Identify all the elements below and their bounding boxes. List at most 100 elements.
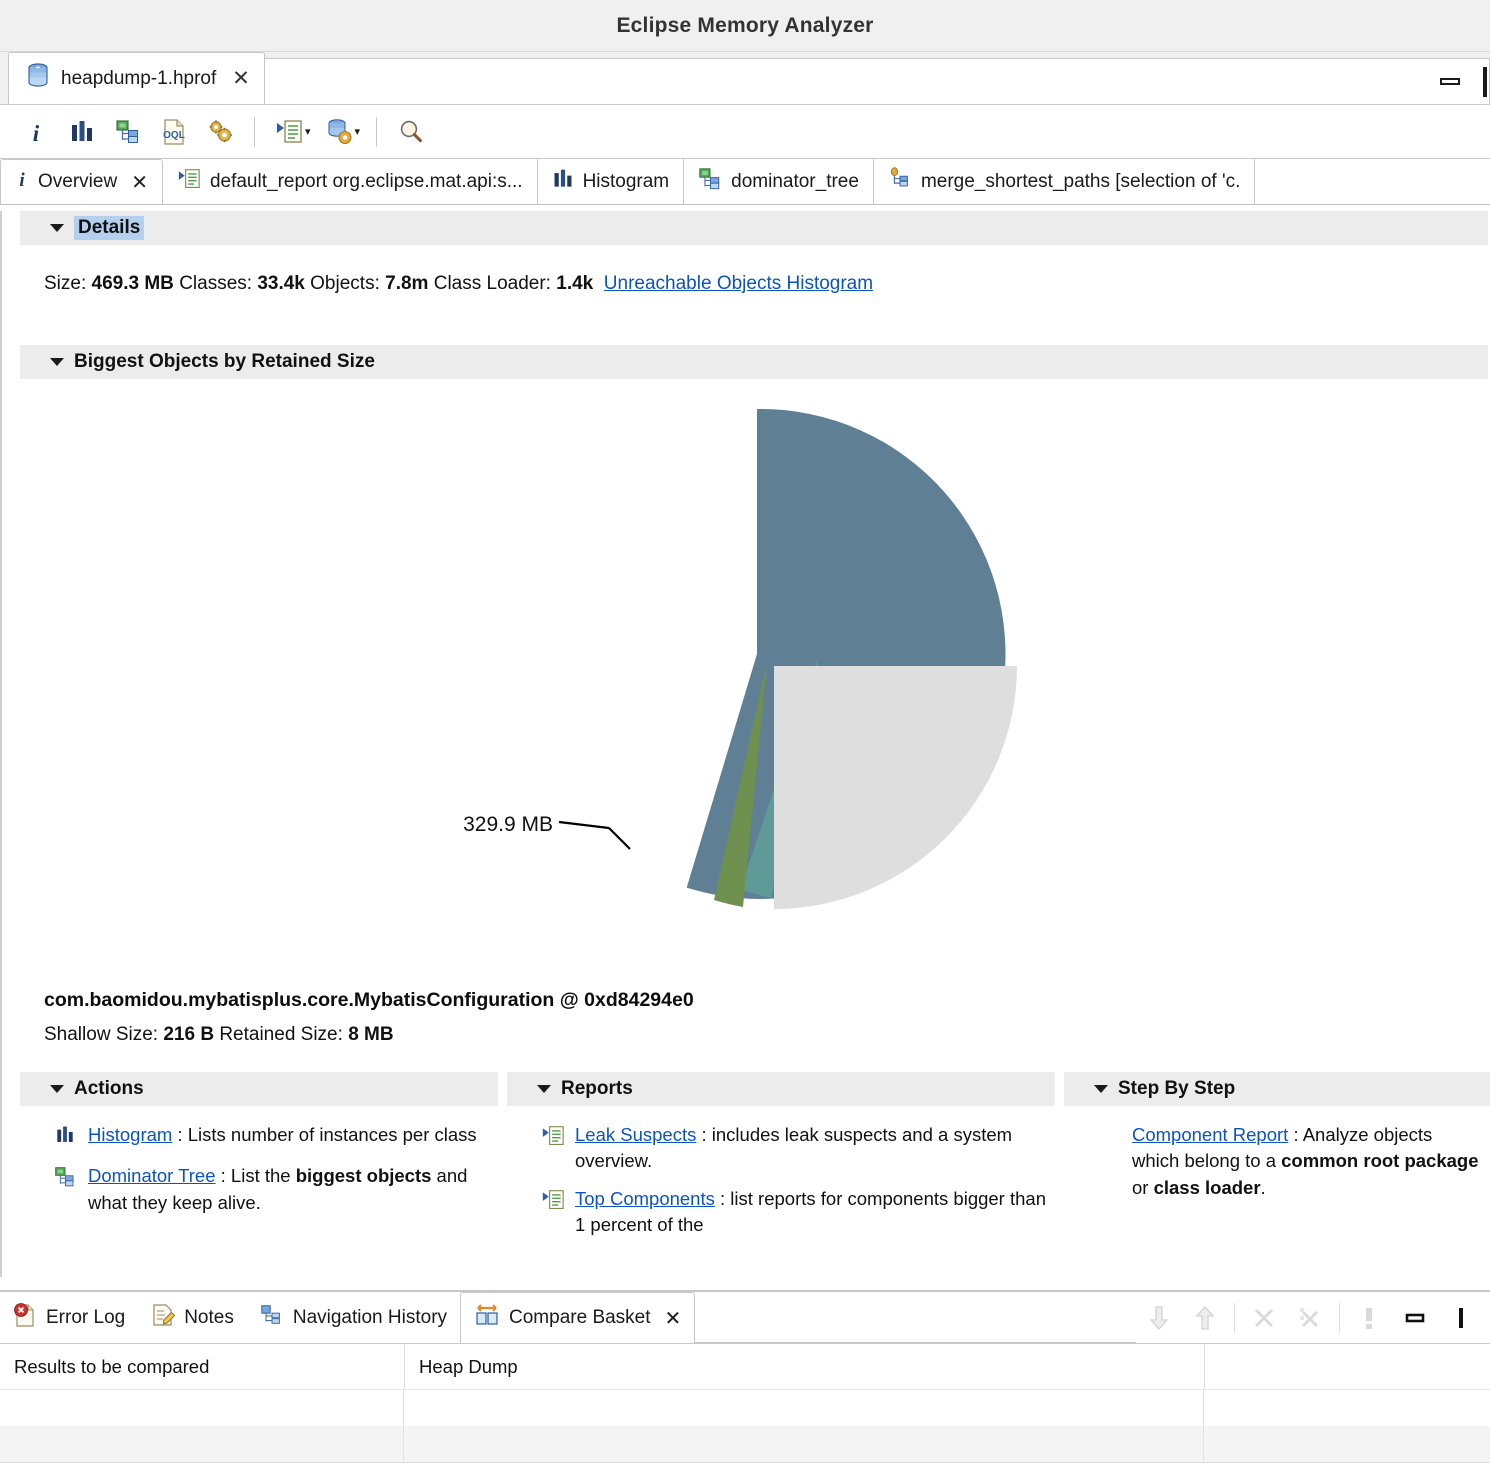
dominator-tree-icon: [54, 1163, 78, 1216]
panel-step-by-step-header[interactable]: Step By Step: [1064, 1072, 1490, 1106]
table-row[interactable]: [0, 1426, 1490, 1462]
list-item-separator: :: [714, 1187, 731, 1209]
unreachable-objects-histogram-link[interactable]: Unreachable Objects Histogram: [604, 273, 873, 294]
maximize-icon[interactable]: [1438, 1298, 1484, 1338]
panel-actions-header[interactable]: Actions: [20, 1072, 498, 1106]
list-item[interactable]: Component Report : Analyze objects which…: [1064, 1122, 1490, 1212]
pie-chart-svg: 329.9 MB 122.2 MB 9.2 MB 8 MB Total: 469…: [463, 408, 1017, 909]
details-classloader-label: Class Loader:: [433, 273, 551, 294]
panel-reports-header[interactable]: Reports: [507, 1072, 1055, 1106]
details-objects-label: Objects:: [310, 273, 380, 294]
panel-step-by-step: Step By Step Component Report : Analyze …: [1064, 1072, 1490, 1249]
section-biggest-objects-header[interactable]: Biggest Objects by Retained Size: [20, 345, 1488, 379]
svg-text:i: i: [19, 170, 25, 190]
list-item-text: Lists number of instances per class: [187, 1124, 477, 1145]
close-icon[interactable]: ✕: [232, 68, 250, 89]
calculate-retained-size-icon[interactable]: [198, 111, 242, 153]
toolbar-separator: [376, 116, 378, 147]
tab-compare-basket[interactable]: Compare Basket ✕: [460, 1292, 696, 1343]
dominator-tree-icon[interactable]: [106, 111, 150, 153]
chevron-down-icon[interactable]: [50, 1085, 64, 1093]
open-overview-icon[interactable]: i: [14, 111, 58, 153]
section-details-title: Details: [74, 216, 145, 240]
tab-merge-shortest-paths[interactable]: merge_shortest_paths [selection of 'c.: [874, 159, 1256, 204]
search-icon[interactable]: [389, 111, 433, 153]
heapdump-icon: [25, 62, 51, 96]
chevron-down-icon[interactable]: ▾: [355, 125, 361, 138]
column-header-heap-dump[interactable]: Heap Dump: [404, 1344, 1204, 1389]
bottom-tab-empty-area: [695, 1292, 1136, 1343]
list-item-separator: :: [1288, 1124, 1303, 1145]
panel-step-by-step-list: Component Report : Analyze objects which…: [1064, 1106, 1490, 1212]
chevron-down-icon[interactable]: [50, 224, 64, 232]
report-icon: [177, 168, 201, 196]
chevron-down-icon[interactable]: ▾: [305, 125, 311, 138]
top-components-link[interactable]: Top Components: [575, 1188, 715, 1209]
chevron-down-icon[interactable]: [1094, 1085, 1108, 1093]
chevron-down-icon[interactable]: [50, 358, 64, 366]
leak-suspects-link[interactable]: Leak Suspects: [575, 1124, 696, 1145]
tab-overview[interactable]: i Overview ✕: [0, 159, 163, 204]
tab-default-report-label: default_report org.eclipse.mat.api:s...: [209, 170, 523, 192]
pie-slice-122-2mb[interactable]: [774, 666, 1017, 909]
minimize-icon[interactable]: [1392, 1298, 1438, 1338]
bottom-view-toolbar: [1136, 1292, 1490, 1343]
chevron-down-icon[interactable]: [537, 1085, 551, 1093]
svg-text:i: i: [33, 121, 40, 146]
move-down-icon[interactable]: [1136, 1298, 1182, 1338]
tab-dominator-tree[interactable]: dominator_tree: [684, 159, 874, 204]
dominator-tree-icon: [698, 167, 722, 197]
section-details-header[interactable]: Details: [20, 211, 1488, 245]
list-item-bold: common root package: [1281, 1150, 1479, 1172]
panel-actions-list: Histogram : Lists number of instances pe…: [20, 1106, 498, 1227]
close-icon[interactable]: ✕: [131, 170, 148, 195]
shallow-size-value: 216 B: [163, 1024, 215, 1045]
tab-histogram[interactable]: Histogram: [538, 159, 685, 204]
tab-histogram-label: Histogram: [582, 170, 670, 192]
histogram-icon: [552, 168, 574, 196]
panel-reports: Reports Leak Suspects : includes leak su…: [507, 1072, 1055, 1249]
move-up-icon[interactable]: [1182, 1298, 1228, 1338]
editor-tab-heapdump[interactable]: heapdump-1.hprof ✕: [8, 52, 265, 104]
details-icon[interactable]: [1346, 1298, 1392, 1338]
svg-text:OQL: OQL: [163, 130, 185, 141]
component-report-link[interactable]: Component Report: [1132, 1124, 1288, 1145]
histogram-link[interactable]: Histogram: [88, 1124, 172, 1145]
tab-navigation-history-label: Navigation History: [292, 1306, 448, 1328]
tab-error-log[interactable]: Error Log: [0, 1292, 138, 1343]
merge-paths-icon: [888, 166, 912, 197]
list-item[interactable]: Top Components : list reports for compon…: [507, 1186, 1055, 1250]
minimize-icon[interactable]: [1437, 74, 1463, 90]
dominator-tree-link[interactable]: Dominator Tree: [88, 1165, 216, 1186]
list-item-text-mid: or: [1132, 1176, 1154, 1198]
panel-actions: Actions Histogram : Lists number of inst…: [20, 1072, 498, 1249]
report-icon: [541, 1186, 565, 1239]
details-summary: Size: 469.3 MB Classes: 33.4k Objects: 7…: [2, 245, 1490, 295]
column-header-extra[interactable]: [1204, 1344, 1490, 1389]
tab-navigation-history[interactable]: Navigation History: [247, 1292, 460, 1343]
bottom-view-stack: Error Log Notes Navigation History Compa…: [0, 1290, 1490, 1464]
table-row[interactable]: [0, 1390, 1490, 1426]
close-icon[interactable]: ✕: [665, 1306, 682, 1331]
retained-size-pie-chart[interactable]: 329.9 MB 122.2 MB 9.2 MB 8 MB Total: 469…: [2, 379, 1490, 979]
histogram-icon[interactable]: [60, 111, 104, 153]
window-title: Eclipse Memory Analyzer: [616, 13, 874, 37]
overview-panels: Actions Histogram : Lists number of inst…: [2, 1072, 1490, 1249]
pie-label-329-9mb: 329.9 MB: [463, 813, 553, 836]
list-item[interactable]: Dominator Tree : List the biggest object…: [20, 1163, 498, 1227]
report-icon: [541, 1122, 565, 1175]
tab-default-report[interactable]: default_report org.eclipse.mat.api:s...: [163, 159, 538, 204]
tab-notes[interactable]: Notes: [138, 1292, 247, 1343]
details-objects-value: 7.8m: [385, 273, 429, 294]
list-item-separator: :: [172, 1124, 188, 1145]
selected-object-sizes: Shallow Size: 216 B Retained Size: 8 MB: [2, 1012, 1490, 1046]
list-item[interactable]: Histogram : Lists number of instances pe…: [20, 1122, 498, 1163]
oql-icon[interactable]: OQL: [152, 111, 196, 153]
remove-all-icon[interactable]: [1287, 1298, 1333, 1338]
tab-notes-label: Notes: [184, 1306, 234, 1328]
details-size-value: 469.3 MB: [91, 273, 174, 294]
column-header-results[interactable]: Results to be compared: [0, 1344, 404, 1389]
details-classes-label: Classes:: [179, 273, 253, 294]
remove-icon[interactable]: [1241, 1298, 1287, 1338]
list-item[interactable]: Leak Suspects : includes leak suspects a…: [507, 1122, 1055, 1186]
